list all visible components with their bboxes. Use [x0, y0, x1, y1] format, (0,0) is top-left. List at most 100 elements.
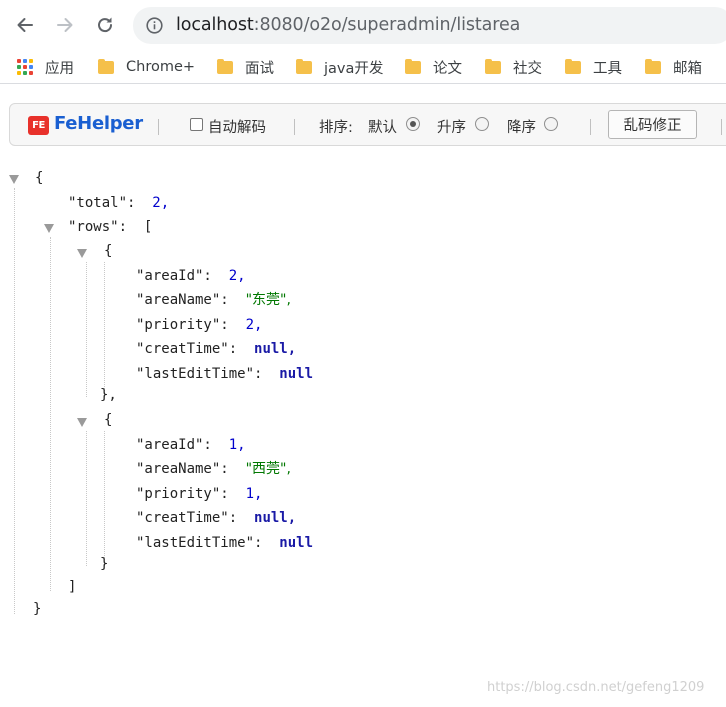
- bookmark-label: 应用: [45, 60, 74, 77]
- browser-toolbar: localhost:8080/o2o/superadmin/listarea: [0, 0, 726, 50]
- bookmark-folder-mail[interactable]: 邮箱: [645, 57, 702, 77]
- folder-icon: [565, 58, 581, 74]
- sort-label: 排序:: [319, 120, 353, 136]
- json-key: "areaId":: [136, 437, 212, 453]
- auto-decode-label[interactable]: 自动解码: [208, 116, 266, 137]
- json-key: "lastEditTime":: [136, 535, 263, 551]
- separator: [158, 119, 159, 135]
- bookmark-label: 社交: [513, 60, 542, 77]
- rows-close-bracket: ]: [68, 579, 77, 595]
- root-close-brace: }: [33, 601, 42, 617]
- json-number: 2,: [245, 317, 263, 333]
- bookmark-apps[interactable]: 应用: [17, 57, 74, 77]
- root-open-brace: {: [35, 170, 44, 186]
- address-bar[interactable]: localhost:8080/o2o/superadmin/listarea: [133, 7, 726, 44]
- bookmark-label: 论文: [433, 60, 462, 77]
- json-entry-lastEditTime: "lastEditTime": null: [136, 363, 313, 385]
- url-host: localhost: [176, 15, 254, 35]
- json-entry-rows: "rows": [: [68, 216, 152, 238]
- folder-icon: [405, 58, 421, 74]
- back-button[interactable]: [10, 10, 40, 40]
- json-entry-areaName: "areaName": "东莞",: [136, 289, 291, 311]
- bookmark-label: 邮箱: [673, 60, 702, 77]
- json-entry-priority: "priority": 2,: [136, 314, 262, 336]
- collapse-toggle-icon[interactable]: [9, 175, 19, 184]
- arrow-left-icon: [17, 18, 33, 32]
- indent-guide: [104, 262, 105, 397]
- json-key: "creatTime":: [136, 510, 238, 526]
- json-null: null,: [254, 341, 297, 357]
- auto-decode-checkbox[interactable]: [190, 118, 203, 131]
- folder-icon: [645, 58, 661, 74]
- sort-desc-label[interactable]: 降序: [507, 116, 536, 137]
- folder-icon: [98, 58, 114, 74]
- row-open-brace: {: [104, 412, 113, 428]
- bookmark-folder-interview[interactable]: 面试: [217, 57, 274, 77]
- json-number: 2,: [228, 268, 246, 284]
- url-text[interactable]: localhost:8080/o2o/superadmin/listarea: [176, 15, 520, 35]
- separator: [721, 119, 722, 135]
- fehelper-logo-icon: FE: [28, 116, 49, 135]
- json-entry-creatTime: "creatTime": null,: [136, 507, 296, 529]
- json-key: "priority":: [136, 317, 229, 333]
- info-icon[interactable]: [146, 17, 163, 34]
- collapse-toggle-icon[interactable]: [77, 249, 87, 258]
- json-key: "priority":: [136, 486, 229, 502]
- row-close-brace: },: [100, 387, 117, 403]
- rows-open-bracket: [: [143, 219, 153, 235]
- json-number: 2,: [152, 195, 170, 211]
- json-null: null: [279, 535, 314, 551]
- collapse-toggle-icon[interactable]: [77, 418, 87, 427]
- json-entry-areaId: "areaId": 2,: [136, 265, 246, 287]
- row-close-brace: }: [100, 556, 109, 572]
- json-number: 1,: [228, 437, 246, 453]
- fehelper-toolbar: FE FeHelper 自动解码 排序: 默认 升序 降序 乱码修正: [9, 103, 726, 146]
- json-entry-areaId: "areaId": 1,: [136, 434, 246, 456]
- json-key: "total":: [68, 195, 136, 211]
- indent-guide: [86, 262, 87, 397]
- json-key: "areaName":: [136, 292, 229, 308]
- sort-asc-label[interactable]: 升序: [437, 116, 466, 137]
- bookmark-label: Chrome+: [126, 59, 196, 75]
- json-key: "rows":: [68, 219, 128, 235]
- json-string: "东莞",: [245, 292, 291, 308]
- json-entry-total: "total": 2,: [68, 192, 169, 214]
- json-entry-priority: "priority": 1,: [136, 483, 262, 505]
- bookmarks-bar: 应用 Chrome+ 面试 java开发 论文 社交 工具 邮箱: [0, 50, 726, 84]
- row-open-brace: {: [104, 243, 113, 259]
- bookmark-folder-tools[interactable]: 工具: [565, 57, 622, 77]
- bookmark-folder-social[interactable]: 社交: [485, 57, 542, 77]
- sort-asc-radio[interactable]: [475, 117, 489, 131]
- sort-desc-radio[interactable]: [544, 117, 558, 131]
- reload-button[interactable]: [90, 10, 120, 40]
- forward-button[interactable]: [50, 10, 80, 40]
- apps-grid-icon: [17, 59, 33, 75]
- json-key: "areaId":: [136, 268, 212, 284]
- reload-icon: [98, 17, 113, 33]
- separator: [590, 119, 591, 135]
- watermark: https://blog.csdn.net/gefeng1209: [487, 680, 705, 695]
- bookmark-label: 工具: [593, 60, 622, 77]
- folder-icon: [485, 58, 501, 74]
- separator: [294, 119, 295, 135]
- bookmark-folder-java[interactable]: java开发: [296, 57, 383, 77]
- folder-icon: [217, 58, 233, 74]
- indent-guide: [104, 431, 105, 566]
- json-null: null: [279, 366, 314, 382]
- sort-default-radio[interactable]: [406, 117, 420, 131]
- fix-encoding-button[interactable]: 乱码修正: [608, 110, 697, 139]
- collapse-toggle-icon[interactable]: [44, 224, 54, 233]
- json-entry-lastEditTime: "lastEditTime": null: [136, 532, 313, 554]
- json-viewer: { "total": 2, "rows": [ { "areaId": 2, "…: [0, 166, 726, 636]
- indent-guide: [50, 237, 51, 591]
- json-null: null,: [254, 510, 297, 526]
- fehelper-title[interactable]: FeHelper: [54, 113, 143, 134]
- bookmark-label: 面试: [245, 60, 274, 77]
- bookmark-folder-papers[interactable]: 论文: [405, 57, 462, 77]
- json-number: 1,: [245, 486, 263, 502]
- json-key: "creatTime":: [136, 341, 238, 357]
- bookmark-folder-chrome[interactable]: Chrome+: [98, 57, 195, 77]
- sort-default-label[interactable]: 默认: [368, 116, 397, 137]
- bookmark-label: java开发: [324, 60, 384, 77]
- json-string: "西莞",: [245, 461, 291, 477]
